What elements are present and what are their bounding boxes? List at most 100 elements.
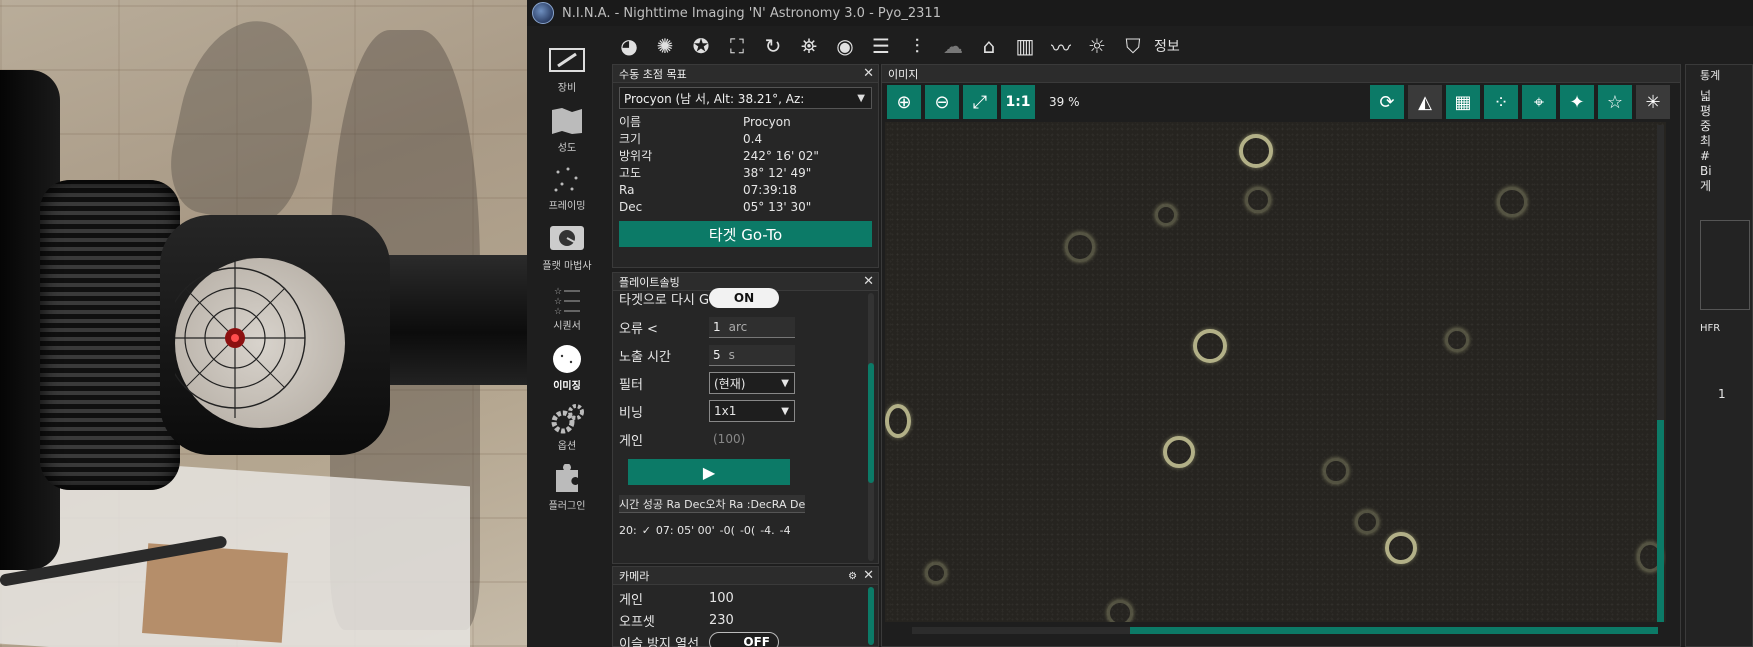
telescope-mount-icon[interactable]: ⛯ (792, 29, 826, 63)
grid-button[interactable]: ▦ (1446, 85, 1480, 119)
star (1245, 187, 1271, 213)
image-vertical-scrollbar[interactable] (1657, 125, 1664, 622)
panel-header: 카메라 ⚙ ✕ (613, 567, 878, 585)
info-tab-label[interactable]: 정보 (1154, 36, 1180, 56)
scroll-thumb[interactable] (1130, 627, 1658, 634)
zoom-out-icon: ⊖ (934, 91, 950, 113)
close-icon[interactable]: ✕ (863, 66, 874, 81)
exposure-input[interactable]: 5s (709, 344, 795, 366)
play-icon: ▶ (702, 462, 716, 482)
camera-gain-value: 100 (709, 590, 734, 606)
camera-offset-label: 오프셋 (619, 614, 655, 630)
sidebar-item-equipment[interactable]: 장비 (527, 38, 607, 100)
camera-panel: 카메라 ⚙ ✕ 게인 100 오프셋 230 이슬 방지 열선 OFF (612, 566, 879, 647)
scroll-thumb[interactable] (1657, 420, 1664, 622)
info-value: 07:39:18 (743, 182, 797, 197)
dew-heater-label: 이슬 방지 열선 (619, 636, 700, 647)
binning-select[interactable]: 1x1 ▼ (709, 400, 795, 422)
solve-play-button[interactable]: ▶ (628, 459, 790, 485)
fit-button[interactable]: ⤢ (963, 85, 997, 119)
filter-select[interactable]: (현재) ▼ (709, 372, 795, 394)
info-value: 38° 12' 49" (743, 165, 812, 180)
close-icon[interactable]: ✕ (863, 274, 874, 289)
sidebar-item-framing[interactable]: 프레이밍 (527, 156, 607, 218)
target-select[interactable]: Procyon (남 서, Alt: 38.21°, Az: ▼ (619, 87, 872, 109)
sequence-list-icon[interactable]: ☰ (864, 29, 898, 63)
reslew-row: 타겟으로 다시 G ON (613, 288, 878, 308)
telescope-photo (0, 0, 527, 647)
stats-lines: 넓 평 중 최 # Bi 게 (1686, 89, 1752, 194)
error-input[interactable]: 1 arc (709, 316, 795, 338)
annotate-stars-button[interactable]: ⁘ (1484, 85, 1518, 119)
panel-title: 카메라 (619, 569, 650, 583)
aperture-icon[interactable]: ✺ (648, 29, 682, 63)
bahtinov-button[interactable]: ✳ (1636, 85, 1670, 119)
plate-scrollbar[interactable] (868, 293, 874, 561)
sidebar-item-label: 프레이밍 (548, 201, 586, 212)
crosshair-button[interactable]: ⌖ (1522, 85, 1556, 119)
image-circle-icon[interactable]: ◕ (612, 29, 646, 63)
shield-icon[interactable]: ⛉ (1116, 29, 1150, 63)
rotate-icon: ⟳ (1379, 91, 1395, 113)
camera-gain-label: 게인 (619, 592, 643, 608)
switch-sliders-icon[interactable]: ⫶ (900, 29, 934, 63)
sidebar-item-plugins[interactable]: 플러그인 (527, 456, 607, 518)
star (885, 404, 911, 438)
info-row: Ra 07:39:18 (613, 181, 878, 198)
detect-stars-button[interactable]: ☆ (1598, 85, 1632, 119)
dew-heater-toggle[interactable]: OFF (709, 632, 779, 647)
sidebar-item-imaging[interactable]: 이미징 (527, 336, 607, 398)
table-cell: -4. (760, 523, 775, 537)
sidebar-item-flatwizard[interactable]: 플랫 마법사 (527, 216, 607, 278)
star (1497, 187, 1527, 217)
captured-image[interactable] (885, 122, 1666, 622)
image-toolbar: ⊕ ⊖ ⤢ 1:1 39 % ⟳ ◭ ▦ ⁘ ⌖ ✦ ☆ ✳ (882, 83, 1680, 121)
one-to-one-button[interactable]: 1:1 (1001, 85, 1035, 119)
constellation-icon (554, 167, 578, 192)
info-value: 242° 16' 02" (743, 148, 819, 163)
scroll-thumb[interactable] (868, 363, 874, 483)
sidebar-item-skyatlas[interactable]: 성도 (527, 98, 607, 160)
flip-button[interactable]: ◭ (1408, 85, 1442, 119)
sidebar-item-options[interactable]: 옵션 (527, 396, 607, 458)
bar-chart-icon[interactable]: ▥ (1008, 29, 1042, 63)
exposure-label: 노출 시간 (619, 349, 671, 365)
weather-cloud-icon[interactable]: ☁ (936, 29, 970, 63)
gear-icon[interactable]: ⚙ (848, 571, 857, 582)
rotator-icon[interactable]: ↻ (756, 29, 790, 63)
star (1445, 328, 1469, 352)
filter-wheel-icon[interactable]: ✪ (684, 29, 718, 63)
info-key: Ra (619, 182, 635, 197)
gain-input[interactable]: (100) (709, 429, 795, 450)
bulb-icon[interactable]: ☼ (1080, 29, 1114, 63)
sidebar-item-sequencer[interactable]: ☆ ☆ ☆ 시퀀서 (527, 276, 607, 338)
goto-target-button[interactable]: 타겟 Go-To (619, 221, 872, 247)
auto-stretch-button[interactable]: ✦ (1560, 85, 1594, 119)
star (1193, 329, 1227, 363)
table-row[interactable]: 20: ✓ 07: 05' 00' -0( -0( -4. -4 (619, 513, 805, 547)
grid-icon: ▦ (1454, 91, 1472, 113)
knurled-ring (40, 180, 180, 490)
camera-scrollbar[interactable] (868, 587, 874, 645)
zoom-in-button[interactable]: ⊕ (887, 85, 921, 119)
camera-offset-row: 오프셋 230 (613, 609, 878, 631)
hfr-graph-icon[interactable]: 〰 (1044, 29, 1078, 63)
info-key: 방위각 (619, 149, 653, 163)
binning-row: 비닝 1x1 ▼ (613, 397, 878, 425)
reslew-toggle[interactable]: ON (709, 288, 779, 308)
close-icon[interactable]: ✕ (863, 568, 874, 583)
guider-target-icon[interactable]: ◉ (828, 29, 862, 63)
image-horizontal-scrollbar[interactable] (912, 627, 1658, 634)
scroll-thumb[interactable] (868, 587, 874, 645)
gain-label: 게인 (619, 433, 643, 449)
zoom-out-button[interactable]: ⊖ (925, 85, 959, 119)
sidebar-item-label: 플러그인 (548, 501, 586, 512)
exposure-value: 5 (713, 347, 721, 362)
svg-text:☆: ☆ (554, 287, 562, 297)
target-select-value: Procyon (남 서, Alt: 38.21°, Az: (624, 91, 805, 106)
dome-icon[interactable]: ⌂ (972, 29, 1006, 63)
star (1323, 458, 1349, 484)
expand-arrows-icon: ⤢ (972, 91, 988, 113)
focus-frame-icon[interactable]: ⛶ (720, 29, 754, 63)
rotate-button[interactable]: ⟳ (1370, 85, 1404, 119)
